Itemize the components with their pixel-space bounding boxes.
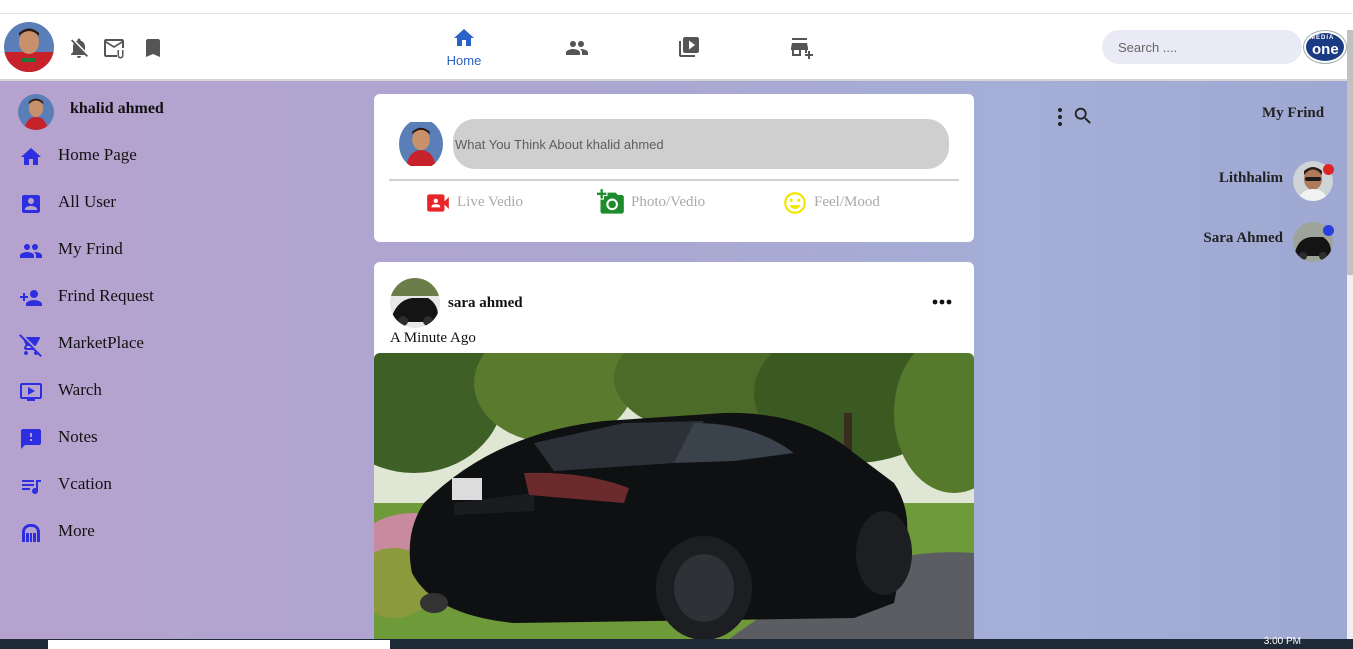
sidebar-item-warch[interactable]: Warch	[18, 378, 258, 406]
account-box-icon	[22, 195, 40, 213]
home-icon	[454, 29, 474, 46]
smile-icon	[784, 192, 806, 214]
sidebar-item-label: Frind Request	[58, 286, 154, 305]
post-author-name[interactable]: sara ahmed	[448, 295, 523, 312]
people-icon	[566, 41, 588, 55]
sidebar-item-my-frind[interactable]: My Frind	[18, 237, 258, 265]
friend-item[interactable]: Sara Ahmed	[1110, 221, 1335, 262]
nav-marketplace[interactable]	[788, 36, 816, 65]
sidebar-user-name: khalid ahmed	[70, 100, 164, 117]
bookmarks-bar	[0, 0, 1353, 14]
taskbar-search-box[interactable]	[48, 640, 390, 649]
feedback-icon	[21, 429, 41, 449]
bookmark-icon[interactable]	[141, 36, 165, 60]
post-author-avatar[interactable]	[390, 278, 440, 328]
sidebar-item-label: Home Page	[58, 145, 137, 164]
sidebar-item-label: MarketPlace	[58, 333, 144, 352]
online-status-dot	[1323, 225, 1334, 236]
friend-name: Sara Ahmed	[1203, 230, 1283, 246]
cart-off-icon	[19, 334, 42, 357]
notifications-off-icon[interactable]	[67, 36, 91, 60]
sidebar-item-label: My Frind	[58, 239, 123, 258]
feel-mood-label: Feel/Mood	[814, 194, 880, 210]
sidebar-item-label: Vcation	[58, 474, 112, 493]
sidebar-user-avatar	[18, 94, 54, 130]
sidebar-item-label: Notes	[58, 427, 98, 446]
sidebar-item-notes[interactable]: Notes	[18, 425, 258, 453]
sidebar-item-label: Warch	[58, 380, 102, 399]
page-scrollbar-thumb[interactable]	[1347, 30, 1353, 275]
nav-home-label: Home	[446, 53, 482, 68]
sidebar-item-all-user[interactable]: All User	[18, 190, 258, 218]
add-photo-icon	[597, 189, 624, 214]
sidebar-item-label: More	[58, 521, 95, 540]
add-business-icon	[791, 38, 813, 59]
top-navbar: Home MEDIA one	[0, 14, 1353, 81]
nav-friends[interactable]	[564, 36, 590, 65]
sidebar-item-marketplace[interactable]: MarketPlace	[18, 331, 258, 359]
create-post-card: Live Vedio Photo/Vedio Feel/Mood	[374, 94, 974, 242]
post-photo[interactable]	[374, 353, 974, 639]
video-camera-icon	[427, 194, 449, 212]
sidebar-item-home-page[interactable]: Home Page	[18, 143, 258, 171]
right-search-icon[interactable]	[1072, 105, 1094, 127]
feel-mood-button[interactable]: Feel/Mood	[782, 190, 912, 218]
composer-divider	[389, 179, 959, 181]
sidebar-item-more[interactable]: More	[18, 519, 258, 547]
main-area: khalid ahmed Home Page All User My Frind…	[0, 81, 1353, 639]
person-add-icon	[20, 290, 42, 306]
online-status-dot	[1323, 164, 1334, 175]
photo-video-button[interactable]: Photo/Vedio	[597, 189, 737, 218]
live-video-label: Live Vedio	[457, 194, 523, 210]
my-friends-title: My Frind	[1262, 105, 1325, 121]
live-video-button[interactable]: Live Vedio	[425, 190, 555, 218]
sidebar-item-label: All User	[58, 192, 117, 211]
sidebar-item-frind-request[interactable]: Frind Request	[18, 284, 258, 312]
nav-home[interactable]: Home	[444, 26, 484, 68]
photo-video-label: Photo/Vedio	[631, 194, 706, 210]
post-card: sara ahmed A Minute Ago	[374, 262, 974, 639]
friend-name: Lithhalim	[1218, 170, 1283, 186]
search-input[interactable]	[1102, 30, 1302, 64]
video-library-icon	[679, 37, 699, 57]
brand-logo-bottom: one	[1312, 41, 1339, 58]
more-icon	[22, 524, 40, 542]
friend-item[interactable]: Lithhalim	[1110, 161, 1335, 201]
mail-attachment-icon[interactable]	[103, 36, 127, 60]
tv-icon	[20, 383, 42, 401]
more-options-icon[interactable]	[930, 292, 954, 312]
brand-logo[interactable]: MEDIA one	[1304, 31, 1346, 63]
people-icon	[20, 244, 42, 258]
music-icon	[22, 480, 41, 494]
home-icon	[21, 148, 41, 165]
nav-watch[interactable]	[676, 35, 702, 64]
taskbar-clock: 3:00 PM	[1263, 636, 1301, 647]
sidebar-item-vcation[interactable]: Vcation	[18, 472, 258, 500]
post-composer-input[interactable]	[453, 119, 949, 169]
os-taskbar: 3:00 PM	[0, 636, 1353, 649]
right-more-vert-icon[interactable]	[1050, 105, 1070, 129]
post-timestamp: A Minute Ago	[390, 330, 476, 346]
profile-avatar[interactable]	[4, 22, 54, 72]
composer-avatar	[399, 119, 443, 169]
